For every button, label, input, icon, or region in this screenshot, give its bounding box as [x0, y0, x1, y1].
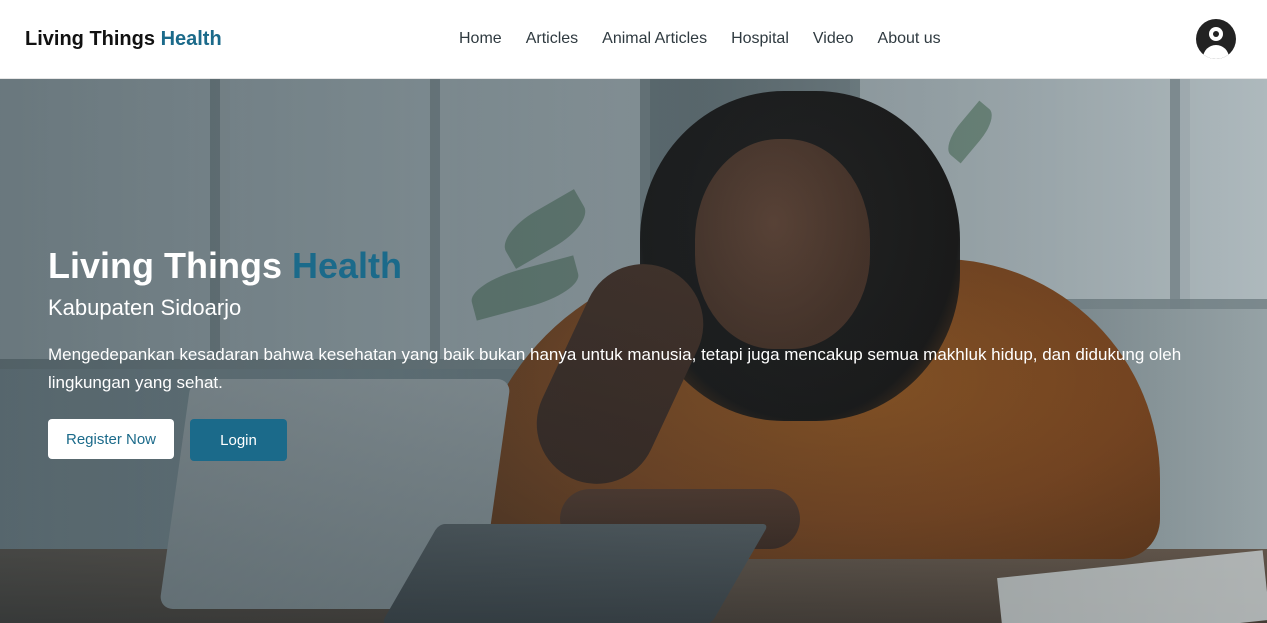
- nav-video[interactable]: Video: [813, 30, 854, 48]
- nav-about-us[interactable]: About us: [878, 30, 941, 48]
- hero-description: Mengedepankan kesadaran bahwa kesehatan …: [48, 345, 1182, 392]
- brand-accent: Health: [160, 28, 222, 50]
- nav-articles[interactable]: Articles: [526, 30, 578, 48]
- hero-subtitle: Kabupaten Sidoarjo: [48, 295, 242, 320]
- nav-hospital[interactable]: Hospital: [731, 30, 789, 48]
- login-button[interactable]: Login: [190, 419, 287, 461]
- hero-title-accent: Health: [292, 245, 403, 286]
- avatar-head: [1209, 27, 1223, 41]
- user-circle-icon[interactable]: [1196, 19, 1236, 59]
- brand-logo[interactable]: Living Things Health: [25, 28, 222, 51]
- hero-title: Living Things Health: [48, 245, 402, 287]
- nav-home[interactable]: Home: [459, 30, 502, 48]
- hero-section: Living Things Health Kabupaten Sidoarjo …: [0, 79, 1267, 623]
- brand-main: Living Things: [25, 28, 155, 50]
- nav-animal-articles[interactable]: Animal Articles: [602, 30, 707, 48]
- navbar: Living Things Health Home Articles Anima…: [0, 0, 1267, 79]
- register-button[interactable]: Register Now: [48, 419, 174, 459]
- nav-menu: Home Articles Animal Articles Hospital V…: [459, 30, 941, 48]
- avatar-body: [1203, 45, 1229, 59]
- hero-title-main: Living Things: [48, 245, 282, 286]
